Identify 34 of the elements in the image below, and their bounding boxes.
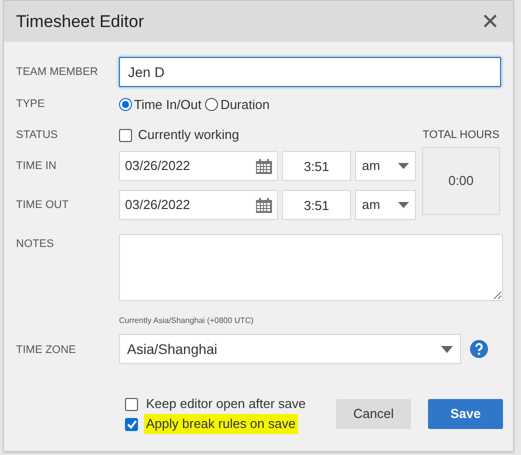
field-label: TIME ZONE — [16, 343, 77, 358]
field-label: TEAM MEMBER — [16, 64, 99, 80]
caret-icon — [441, 346, 453, 352]
time-field[interactable]: 3:51 — [282, 151, 351, 181]
total-hours-label: TOTAL HOURS — [422, 128, 500, 143]
cancel-button[interactable]: Cancel — [336, 399, 411, 429]
checkbox-option[interactable]: Currently working — [119, 125, 240, 145]
save-button[interactable]: Save — [428, 399, 503, 429]
caret-icon — [398, 163, 409, 169]
checkmark-icon — [126, 420, 136, 428]
date-field[interactable]: 03/26/2022 — [119, 190, 278, 220]
field-label: NOTES — [16, 237, 55, 252]
time-zone-dropdown[interactable]: Asia/Shanghai — [119, 334, 461, 364]
field-label: TYPE — [16, 97, 46, 112]
time-field[interactable]: 3:51 — [282, 190, 351, 220]
radio-option[interactable]: Time In/Out — [119, 94, 202, 114]
help-icon[interactable] — [470, 340, 488, 358]
close-button[interactable]: ✕ — [481, 10, 499, 32]
checkbox-option[interactable]: Keep editor open after save — [125, 394, 333, 414]
date-field[interactable]: 03/26/2022 — [119, 151, 278, 181]
notes-field[interactable] — [118, 234, 503, 301]
field-label: STATUS — [16, 128, 59, 143]
calendar-icon[interactable] — [256, 198, 272, 212]
am-pm-dropdown[interactable]: am — [355, 151, 416, 181]
total-hours-display: 0:00 — [422, 146, 500, 214]
hint-text: Currently Asia/Shanghai (+0800 UTC) — [119, 315, 255, 327]
radio-option[interactable]: Duration — [205, 94, 270, 114]
team-member-field[interactable]: Jen D — [119, 57, 501, 87]
calendar-icon[interactable] — [256, 158, 272, 174]
field-label: TIME OUT — [16, 198, 70, 213]
am-pm-dropdown[interactable]: am — [355, 190, 416, 220]
window-title: Timesheet Editor — [16, 10, 144, 33]
field-label: TIME IN — [16, 158, 58, 174]
caret-icon — [398, 202, 409, 208]
